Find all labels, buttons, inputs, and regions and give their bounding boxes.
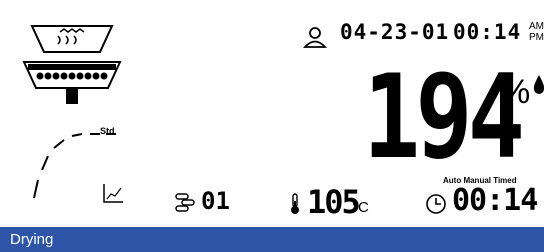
moisture-analyzer-display: 04-23-01 00:14 AM PM 194 % Std 01 105 °C… bbox=[0, 0, 544, 252]
channel-readout: 01 bbox=[201, 187, 230, 215]
clock-readout: 00:14 bbox=[453, 20, 522, 44]
pm-indicator: PM bbox=[529, 32, 544, 43]
trend-chart-icon[interactable] bbox=[102, 183, 124, 203]
std-label: Std bbox=[100, 126, 115, 136]
main-value-readout: 194 bbox=[363, 50, 525, 185]
heater-icon bbox=[22, 25, 122, 104]
sample-stack-icon bbox=[175, 193, 195, 212]
water-drop-icon bbox=[533, 75, 544, 94]
timer-readout: 00:14 bbox=[452, 183, 538, 218]
temperature-unit-label: °C bbox=[352, 199, 369, 216]
clock-icon bbox=[426, 194, 446, 214]
am-indicator: AM bbox=[529, 21, 544, 32]
main-unit-label: % bbox=[500, 73, 531, 111]
status-text: Drying bbox=[10, 231, 54, 248]
date-readout: 04-23-01 bbox=[340, 20, 450, 44]
user-icon[interactable] bbox=[302, 26, 328, 48]
status-bar: Drying bbox=[0, 227, 544, 252]
thermometer-icon bbox=[291, 193, 299, 214]
